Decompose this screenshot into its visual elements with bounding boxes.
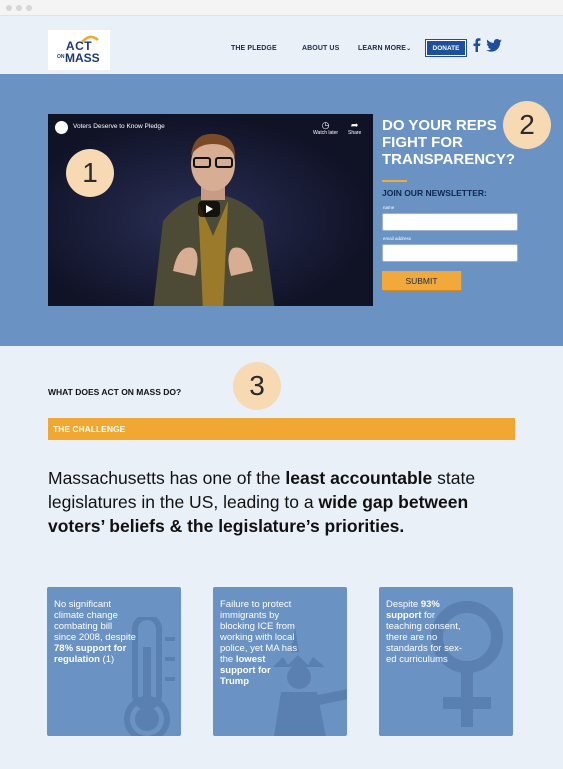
- issue-card-immigration: Failure to protect immigrants by blockin…: [213, 587, 347, 736]
- annotation-marker-1: 1: [66, 149, 114, 197]
- nav-learn-more-label: LEARN MORE: [358, 45, 407, 52]
- card-text-part: (1): [99, 654, 115, 665]
- watch-later-button[interactable]: ◷ Watch later: [313, 120, 338, 136]
- chevron-down-icon: ⌄: [406, 46, 412, 52]
- twitter-icon[interactable]: [486, 39, 502, 52]
- donate-button[interactable]: DONATE: [425, 39, 467, 57]
- card-text-emphasis: 78% support for regulation: [54, 643, 127, 665]
- accent-divider: [382, 180, 407, 182]
- challenge-statement: Massachusetts has one of the least accou…: [48, 466, 478, 538]
- play-button-icon[interactable]: [198, 201, 220, 217]
- clock-icon: ◷: [321, 120, 330, 130]
- submit-button[interactable]: SUBMIT: [382, 271, 461, 290]
- facebook-icon[interactable]: [473, 38, 481, 52]
- nav-about-us[interactable]: ABOUT US: [302, 45, 339, 52]
- window-dot-icon: [16, 5, 22, 11]
- card-text: No significant climate change combating …: [54, 599, 136, 665]
- act-on-mass-logo[interactable]: ACT ON MASS: [48, 30, 110, 70]
- window-dot-icon: [6, 5, 12, 11]
- email-field[interactable]: [382, 244, 518, 262]
- annotation-marker-3: 3: [233, 362, 281, 410]
- card-text: Despite 93% support for teaching consent…: [386, 599, 468, 665]
- issue-card-education: Despite 93% support for teaching consent…: [379, 587, 513, 736]
- share-arrow-icon: ➦: [350, 120, 359, 130]
- logo-mass-text: MASS: [65, 51, 100, 65]
- name-field-label: name: [383, 205, 395, 210]
- logo-on-text: ON: [57, 54, 65, 60]
- watch-later-label: Watch later: [313, 130, 339, 136]
- nav-learn-more[interactable]: LEARN MORE⌄: [358, 45, 411, 52]
- name-field[interactable]: [382, 213, 518, 231]
- hero-section: Voters Deserve to Know Pledge ◷ Watch la…: [0, 74, 563, 346]
- share-label: Share: [348, 130, 362, 136]
- channel-logo-icon[interactable]: [55, 121, 68, 134]
- newsletter-label: JOIN OUR NEWSLETTER:: [382, 188, 487, 198]
- nav-the-pledge[interactable]: THE PLEDGE: [231, 45, 277, 52]
- section-title: WHAT DOES ACT ON MASS DO?: [48, 387, 182, 397]
- browser-chrome: [0, 0, 563, 16]
- issue-card-climate: No significant climate change combating …: [47, 587, 181, 736]
- card-text-part: Despite: [386, 599, 421, 610]
- share-button[interactable]: ➦ Share: [348, 120, 361, 136]
- window-dot-icon: [26, 5, 32, 11]
- challenge-banner: THE CHALLENGE: [48, 418, 515, 440]
- email-field-label: email address: [383, 236, 412, 241]
- video-title[interactable]: Voters Deserve to Know Pledge: [73, 123, 165, 130]
- statement-emphasis: least accountable: [285, 468, 433, 488]
- video-player[interactable]: Voters Deserve to Know Pledge ◷ Watch la…: [48, 114, 373, 306]
- statement-text: Massachusetts has one of the: [48, 468, 286, 488]
- site-header: ACT ON MASS THE PLEDGE ABOUT US LEARN MO…: [0, 16, 563, 74]
- card-text: Failure to protect immigrants by blockin…: [220, 599, 302, 687]
- annotation-marker-2: 2: [503, 101, 551, 149]
- card-text-part: No significant climate change combating …: [54, 599, 136, 643]
